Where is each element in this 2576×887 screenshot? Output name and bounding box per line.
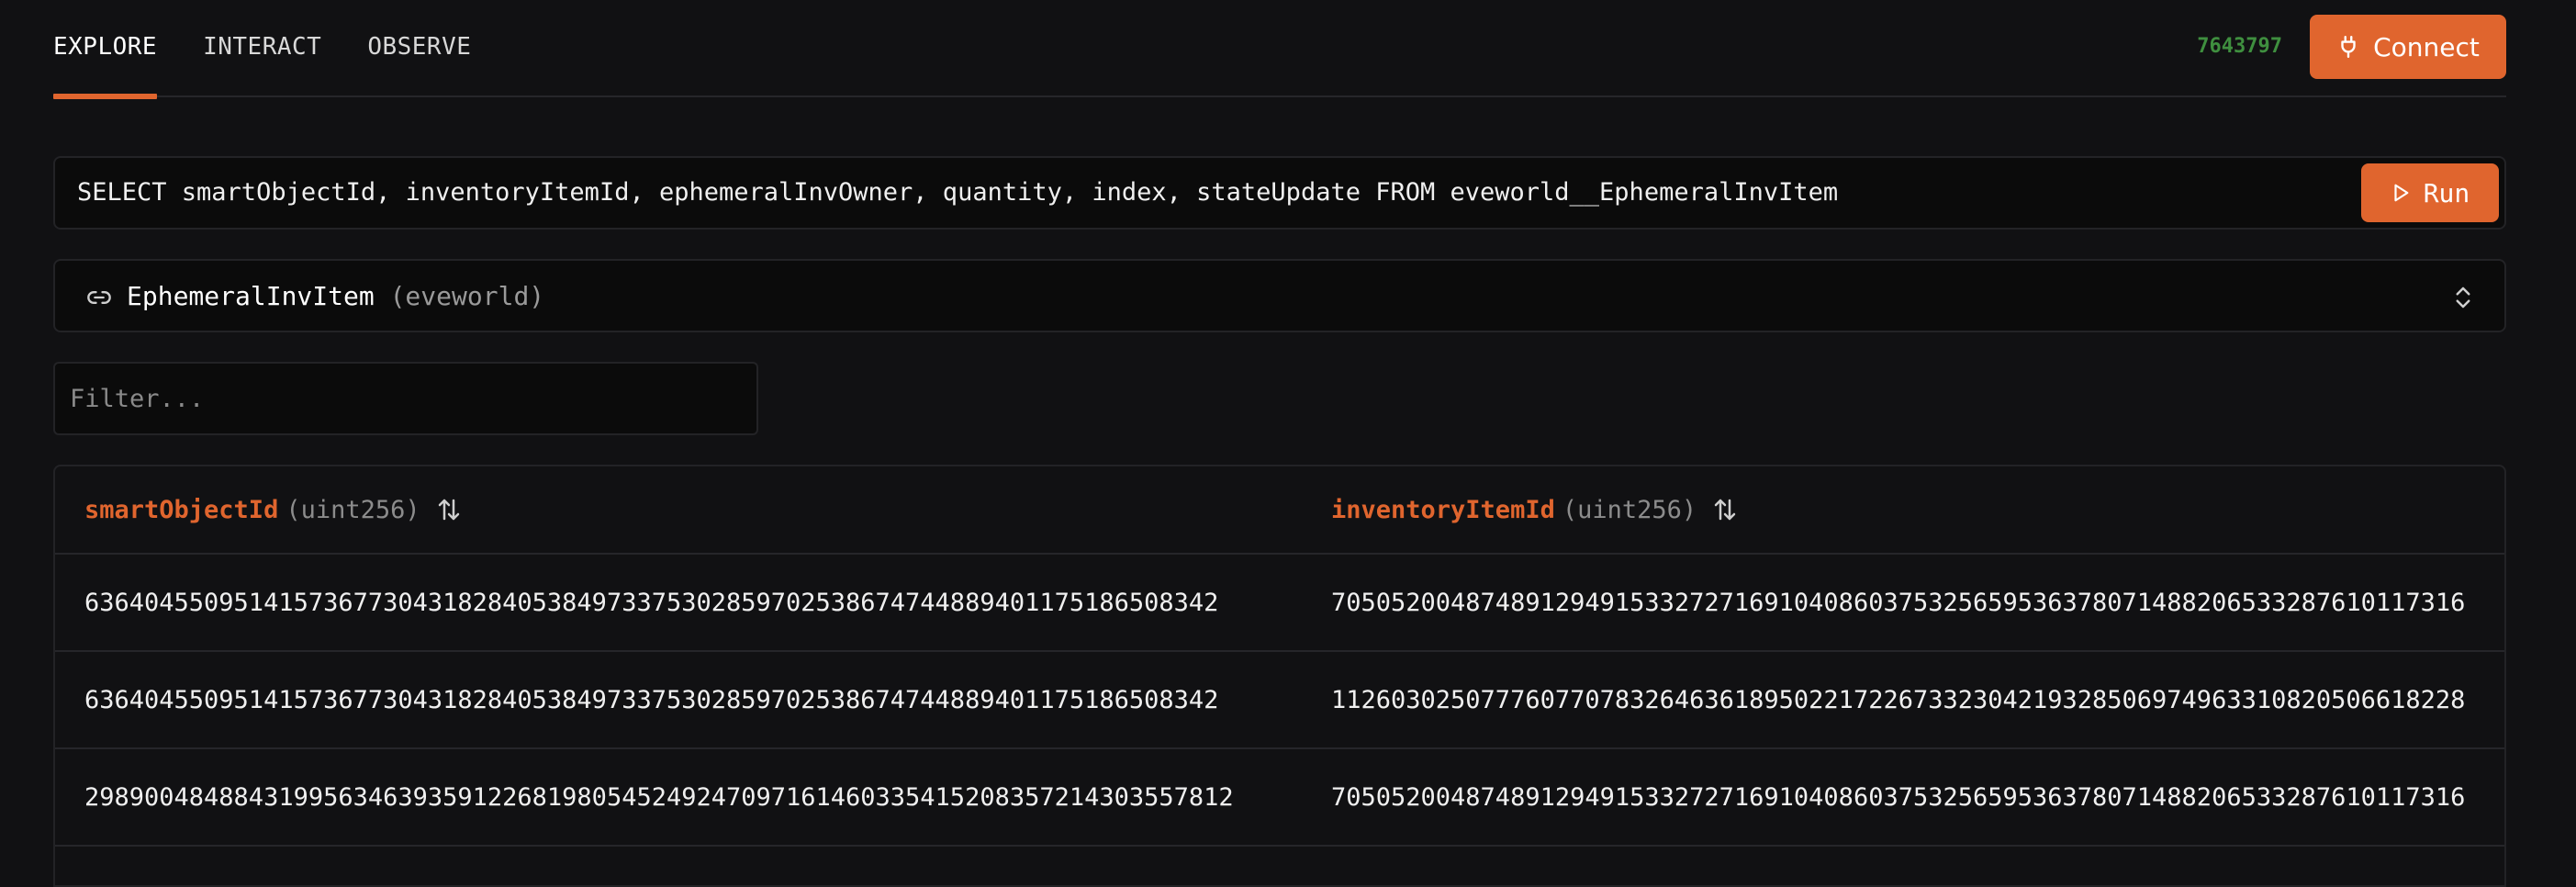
table-cell: 1126030250777607707832646361895022172267…: [1331, 685, 2466, 714]
table-cell: 7050520048748912949153327271691040860375…: [1331, 782, 2466, 812]
query-text[interactable]: SELECT smartObjectId, inventoryItemId, e…: [77, 178, 1838, 207]
link-icon: [87, 291, 111, 304]
table-name: EphemeralInvItem: [127, 281, 375, 311]
sort-icon[interactable]: [435, 496, 463, 523]
chevron-up-down-icon[interactable]: [2449, 283, 2477, 312]
query-bar[interactable]: SELECT smartObjectId, inventoryItemId, e…: [53, 156, 2506, 230]
plug-icon: [2341, 35, 2356, 59]
play-icon: [2394, 184, 2409, 202]
tab-interact[interactable]: INTERACT: [203, 0, 321, 95]
table-cell: 2989004848843199563463935912268198054524…: [84, 782, 1234, 812]
tab-explore[interactable]: EXPLORE: [53, 0, 158, 99]
table-row[interactable]: 6364045509514157367730431828405384973375…: [55, 652, 2504, 749]
sort-icon[interactable]: [1711, 496, 1739, 523]
column-name: smartObjectId: [84, 495, 279, 524]
tab-observe[interactable]: OBSERVE: [367, 0, 471, 95]
connect-label: Connect: [2373, 31, 2480, 62]
column-name: inventoryItemId: [1331, 495, 1555, 524]
table-cell: 6364045509514157367730431828405384973375…: [84, 685, 1219, 714]
table-cell: 6364045509514157367730431828405384973375…: [84, 588, 1219, 617]
nav-tabs: EXPLORE INTERACT OBSERVE: [53, 0, 471, 99]
column-header-smartobjectid[interactable]: smartObjectId (uint256): [84, 466, 1287, 553]
column-type: (uint256): [286, 495, 420, 524]
table-namespace: (eveworld): [389, 281, 545, 311]
column-type: (uint256): [1562, 495, 1697, 524]
app-root: EXPLORE INTERACT OBSERVE 7643797 Connect…: [53, 0, 2506, 887]
connect-button[interactable]: Connect: [2310, 15, 2506, 79]
table-header-row: smartObjectId (uint256) inventoryItemId …: [55, 466, 2504, 555]
table-cell: 7050520048748912949153327271691040860375…: [1331, 588, 2466, 617]
table-selector[interactable]: EphemeralInvItem (eveworld): [53, 259, 2506, 332]
block-number: 7643797: [2197, 35, 2282, 58]
table-row[interactable]: 2989004848843199563463935912268198054524…: [55, 749, 2504, 847]
results-table: smartObjectId (uint256) inventoryItemId …: [53, 465, 2506, 887]
table-row[interactable]: 6364045509514157367730431828405384973375…: [55, 555, 2504, 652]
run-button[interactable]: Run: [2361, 163, 2499, 222]
filter-input[interactable]: [53, 362, 758, 435]
run-label: Run: [2423, 177, 2470, 208]
column-header-inventoryitemid[interactable]: inventoryItemId (uint256): [1331, 466, 2504, 553]
table-selector-label: EphemeralInvItem (eveworld): [127, 281, 544, 311]
top-nav: EXPLORE INTERACT OBSERVE 7643797 Connect: [53, 0, 2506, 99]
